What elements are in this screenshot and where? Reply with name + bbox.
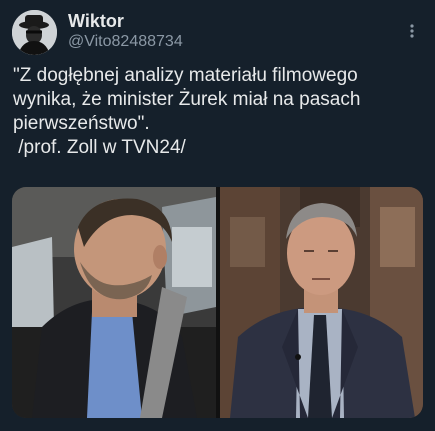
tweet-text-line: /prof. Zoll w TVN24/	[13, 137, 186, 158]
avatar[interactable]	[12, 10, 57, 55]
tweet-text-line: pierwszeństwo".	[13, 113, 150, 134]
media-photo-studio[interactable]	[220, 187, 423, 418]
more-options-icon	[410, 24, 414, 38]
media-photo-car[interactable]	[12, 187, 216, 418]
photo-man-in-car	[12, 187, 216, 418]
tweet-text-line: "Z dogłębnej analizy materiału filmowego	[13, 65, 358, 86]
photo-man-in-studio	[220, 187, 423, 418]
avatar-image	[12, 10, 57, 55]
tweet-media[interactable]	[12, 187, 423, 418]
tweet-text-line: wynika, że minister Żurek miał na pasach	[13, 89, 361, 110]
tweet-text: "Z dogłębnej analizy materiału filmowego…	[13, 64, 423, 160]
author-handle[interactable]: @Vito82488734	[68, 33, 183, 51]
tweet-card: Wiktor @Vito82488734 "Z dogłębnej analiz…	[0, 0, 435, 431]
author-name[interactable]: Wiktor	[68, 11, 124, 32]
more-options-button[interactable]	[400, 20, 424, 42]
